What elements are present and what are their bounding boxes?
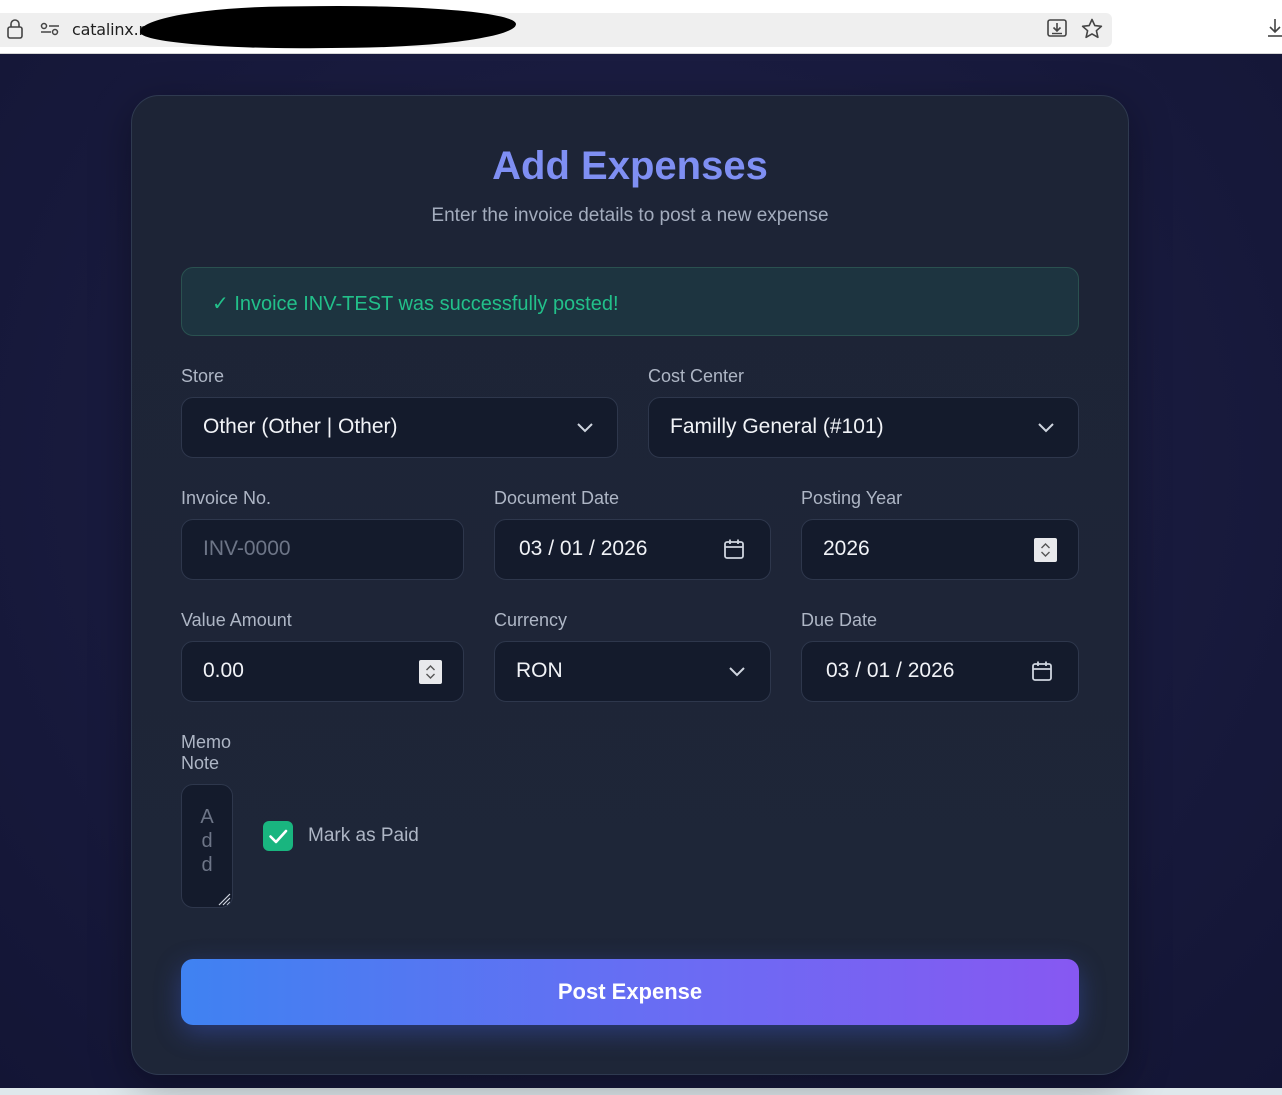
mark-as-paid-checkbox[interactable]: [263, 821, 293, 851]
resize-handle-icon[interactable]: [215, 890, 231, 906]
mark-as-paid-label[interactable]: Mark as Paid: [308, 825, 419, 847]
document-date-value: 03 / 01 / 2026: [519, 537, 648, 560]
due-date-value: 03 / 01 / 2026: [826, 659, 955, 682]
document-date-input[interactable]: 03 / 01 / 2026: [494, 519, 771, 580]
value-amount-label: Value Amount: [181, 610, 292, 630]
spinner-arrows-icon[interactable]: [419, 660, 442, 684]
store-select[interactable]: Other (Other | Other): [181, 397, 618, 458]
lock-icon[interactable]: [6, 19, 24, 39]
post-expense-button[interactable]: Post Expense: [181, 959, 1079, 1025]
currency-label: Currency: [494, 610, 568, 630]
memo-textarea[interactable]: Add: [181, 784, 233, 908]
chevron-down-icon: [729, 667, 745, 677]
store-label: Store: [181, 366, 225, 386]
currency-select-value: RON: [516, 659, 563, 682]
browser-toolbar: catalinx.ro: [0, 0, 1282, 54]
chevron-down-icon: [577, 423, 593, 433]
due-date-input[interactable]: 03 / 01 / 2026: [801, 641, 1079, 702]
calendar-icon[interactable]: [723, 538, 745, 560]
document-date-label: Document Date: [494, 488, 620, 508]
page-title: Add Expenses: [492, 144, 768, 188]
spinner-arrows-icon[interactable]: [1034, 538, 1057, 562]
posting-year-label: Posting Year: [801, 488, 903, 508]
memo-label-line1: Memo: [181, 732, 232, 752]
bottom-strip: [0, 1088, 1282, 1095]
currency-select[interactable]: RON: [494, 641, 771, 702]
posting-year-input[interactable]: 2026: [801, 519, 1079, 580]
cost-center-label: Cost Center: [648, 366, 745, 386]
page-subtitle: Enter the invoice details to post a new …: [431, 205, 829, 226]
install-app-icon[interactable]: [1046, 17, 1068, 39]
value-amount-input[interactable]: 0.00: [181, 641, 464, 702]
chevron-down-icon: [1038, 423, 1054, 433]
invoice-no-input[interactable]: INV-0000: [181, 519, 464, 580]
bookmark-star-icon[interactable]: [1080, 17, 1104, 41]
value-amount-value: 0.00: [203, 659, 244, 682]
expense-form-card: [131, 95, 1129, 1075]
downloads-icon[interactable]: [1266, 17, 1282, 39]
calendar-icon[interactable]: [1031, 660, 1053, 682]
posting-year-value: 2026: [823, 537, 870, 560]
invoice-no-placeholder: INV-0000: [203, 537, 291, 560]
checkmark-icon: [269, 829, 288, 844]
cost-center-select-value: Familly General (#101): [670, 415, 884, 438]
invoice-no-label: Invoice No.: [181, 488, 272, 508]
memo-placeholder: Add: [200, 806, 214, 876]
store-select-value: Other (Other | Other): [203, 415, 398, 438]
due-date-label: Due Date: [801, 610, 878, 630]
memo-label-line2: Note: [181, 753, 220, 773]
site-settings-icon[interactable]: [40, 21, 60, 37]
success-alert: ✓ Invoice INV-TEST was successfully post…: [181, 267, 1079, 336]
cost-center-select[interactable]: Familly General (#101): [648, 397, 1079, 458]
